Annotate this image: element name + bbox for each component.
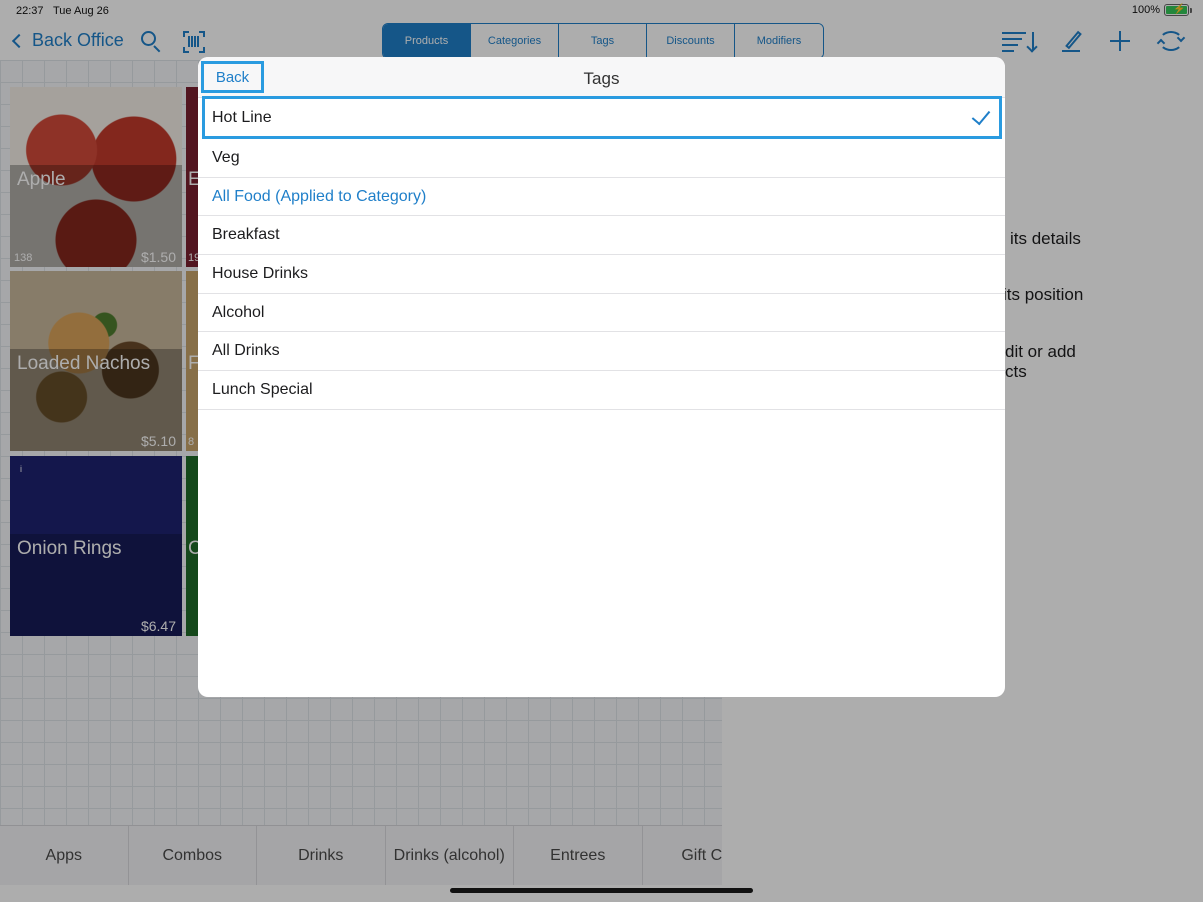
tag-label: Alcohol [212,303,265,321]
tag-label: Veg [212,148,240,166]
tag-label: Breakfast [212,226,280,244]
tag-row-all-drinks[interactable]: All Drinks [198,332,1005,372]
modal-title: Tags [583,69,620,88]
tag-list: Hot Line Veg All Food (Applied to Catego… [198,96,1005,410]
tag-label: Hot Line [212,108,272,126]
tag-row-hot-line[interactable]: Hot Line [202,96,1002,139]
tag-row-lunch-special[interactable]: Lunch Special [198,371,1005,410]
tags-modal: Back Tags Hot Line Veg All Food (Applied… [198,57,1005,697]
modal-header: Back Tags [198,57,1005,98]
tag-row-breakfast[interactable]: Breakfast [198,216,1005,256]
checkmark-icon [971,105,991,126]
tag-row-all-food[interactable]: All Food (Applied to Category) [198,178,1005,217]
tag-label: All Drinks [212,342,280,360]
tag-label: Lunch Special [212,380,313,398]
home-indicator [450,888,753,893]
tag-row-house-drinks[interactable]: House Drinks [198,255,1005,294]
tag-label: House Drinks [212,264,309,282]
tag-row-veg[interactable]: Veg [198,139,1005,178]
tag-row-alcohol[interactable]: Alcohol [198,294,1005,333]
tag-label: All Food (Applied to Category) [212,187,427,205]
